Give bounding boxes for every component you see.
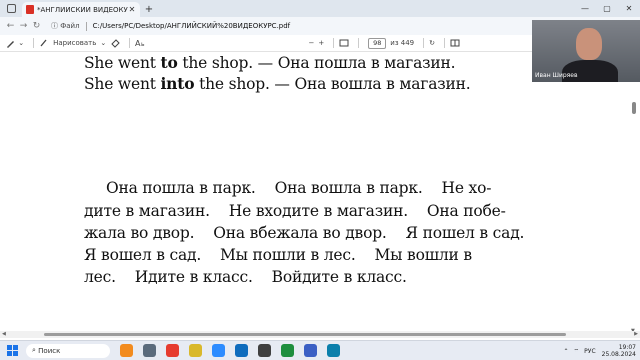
draw-button[interactable]: Нарисовать [53, 36, 96, 50]
page-view-icon[interactable] [450, 36, 460, 50]
pdf-icon [26, 5, 34, 14]
address-field[interactable]: ⓘ Файл C:/Users/PC/Desktop/АНГЛИЙСКИЙ%20… [51, 21, 290, 31]
address-url: C:/Users/PC/Desktop/АНГЛИЙСКИЙ%20ВИДЕОКУ… [92, 22, 291, 30]
task-view-icon[interactable] [143, 344, 156, 357]
search-placeholder: Поиск [38, 346, 61, 355]
system-tray: ⌃ ⌔ РУС 19:07 25.08.2024 [559, 341, 637, 360]
minimize-icon[interactable]: — [574, 0, 596, 17]
language-indicator[interactable]: РУС [584, 348, 595, 355]
tab-pdf[interactable]: *АНГЛИЙСКИЙ ВИДЕОКУРС.pdf ✕ [22, 2, 140, 17]
toolbar-separator [333, 38, 335, 48]
text: She went [84, 54, 161, 72]
horizontal-scroll-thumb[interactable] [44, 333, 566, 336]
taskbar: ⌕ Поиск ⌃ ⌔ РУС 19:07 25.08.2024 [0, 340, 640, 360]
forward-icon[interactable]: → [17, 19, 30, 33]
paragraph-line: Я вошел в сад. Мы пошли в лес. Мы вошли … [84, 246, 472, 264]
text: the shop. — Она вошла в магазин. [194, 75, 471, 93]
window-controls: — ▢ ✕ [574, 0, 640, 17]
info-icon: ⓘ [51, 22, 61, 30]
zoom-in-button[interactable]: + [318, 36, 324, 50]
draw-dropdown-icon[interactable]: ⌄ [100, 36, 106, 50]
toolbar-separator [358, 38, 360, 48]
toolbar-separator [129, 38, 131, 48]
mail-icon[interactable] [235, 344, 248, 357]
widgets-icon[interactable] [120, 344, 133, 357]
yandex-icon[interactable] [166, 344, 179, 357]
page-number-input[interactable]: 98 [368, 37, 387, 49]
new-tab-button[interactable]: + [142, 2, 156, 17]
text-icon[interactable]: Aь [135, 36, 147, 50]
webcam-overlay: Иван Ширяев [532, 20, 640, 82]
maximize-icon[interactable]: ▢ [596, 0, 618, 17]
address-separator [85, 21, 87, 31]
back-icon[interactable]: ← [4, 19, 17, 33]
page-total: из 449 [390, 39, 415, 47]
bold-text: into [160, 74, 195, 93]
example-line-2: She went into the shop. — Она вошла в ма… [84, 74, 471, 93]
vertical-scroll-thumb[interactable] [632, 102, 636, 114]
webcam-person-head [576, 28, 602, 60]
toolbar-separator [33, 38, 35, 48]
taskbar-search[interactable]: ⌕ Поиск [26, 343, 110, 358]
address-label: Файл [60, 22, 80, 30]
bold-text: to [160, 53, 178, 72]
erase-icon[interactable] [110, 36, 120, 50]
windows-start-icon[interactable] [4, 341, 20, 360]
zoom-out-button[interactable]: − [309, 36, 315, 50]
app-icon[interactable] [304, 344, 317, 357]
pdf-page: She went to the shop. — Она пошла в мага… [0, 52, 640, 336]
network-icon[interactable]: ⌔ [574, 347, 580, 355]
clock-date: 25.08.2024 [601, 351, 636, 358]
chevron-up-icon[interactable]: ⌃ [564, 348, 569, 355]
toolbar-separator [423, 38, 425, 48]
draw-icon[interactable] [39, 36, 49, 50]
tab-bar: *АНГЛИЙСКИЙ ВИДЕОКУРС.pdf ✕ + — ▢ ✕ [0, 0, 640, 17]
rotate-icon[interactable]: ↻ [429, 36, 435, 50]
paragraph-line: дите в магазин. Не входите в магазин. Он… [84, 202, 506, 220]
app-icon[interactable] [258, 344, 271, 357]
highlight-icon[interactable]: ⌄ [6, 36, 24, 50]
text: She went [84, 75, 161, 93]
screen: *АНГЛИЙСКИЙ ВИДЕОКУРС.pdf ✕ + — ▢ ✕ ← → … [0, 0, 640, 360]
refresh-icon[interactable]: ↻ [30, 19, 43, 33]
chrome-icon[interactable] [281, 344, 294, 357]
folder-icon[interactable] [189, 344, 202, 357]
fit-page-icon[interactable] [339, 36, 349, 50]
scroll-left-icon[interactable]: ◀ [2, 331, 6, 337]
svg-text:ь: ь [141, 41, 145, 48]
toolbar-separator [444, 38, 445, 48]
close-icon[interactable]: ✕ [618, 0, 640, 17]
horizontal-scrollbar[interactable]: ◀ ▶ [0, 331, 640, 338]
edge-icon[interactable] [327, 344, 340, 357]
clock-time: 19:07 [618, 344, 636, 351]
paragraph-line: лес. Идите в класс. Войдите в класс. [84, 268, 407, 286]
scroll-right-icon[interactable]: ▶ [634, 331, 638, 337]
tab-actions-icon[interactable] [4, 0, 18, 17]
clock[interactable]: 19:07 25.08.2024 [602, 344, 636, 358]
zoom-app-icon[interactable] [212, 344, 225, 357]
tab-close-button[interactable]: ✕ [128, 5, 136, 14]
paragraph-line: жала во двор. Она вбежала во двор. Я пош… [84, 224, 525, 242]
tab-title: *АНГЛИЙСКИЙ ВИДЕОКУРС.pdf [37, 5, 128, 14]
webcam-name: Иван Ширяев [535, 72, 578, 79]
vertical-scrollbar[interactable]: ▲ ▼ [631, 52, 637, 336]
example-line-1: She went to the shop. — Она пошла в мага… [84, 53, 456, 72]
paragraph-line: Она пошла в парк. Она вошла в парк. Не х… [106, 179, 492, 197]
text: the shop. — Она пошла в магазин. [177, 54, 456, 72]
